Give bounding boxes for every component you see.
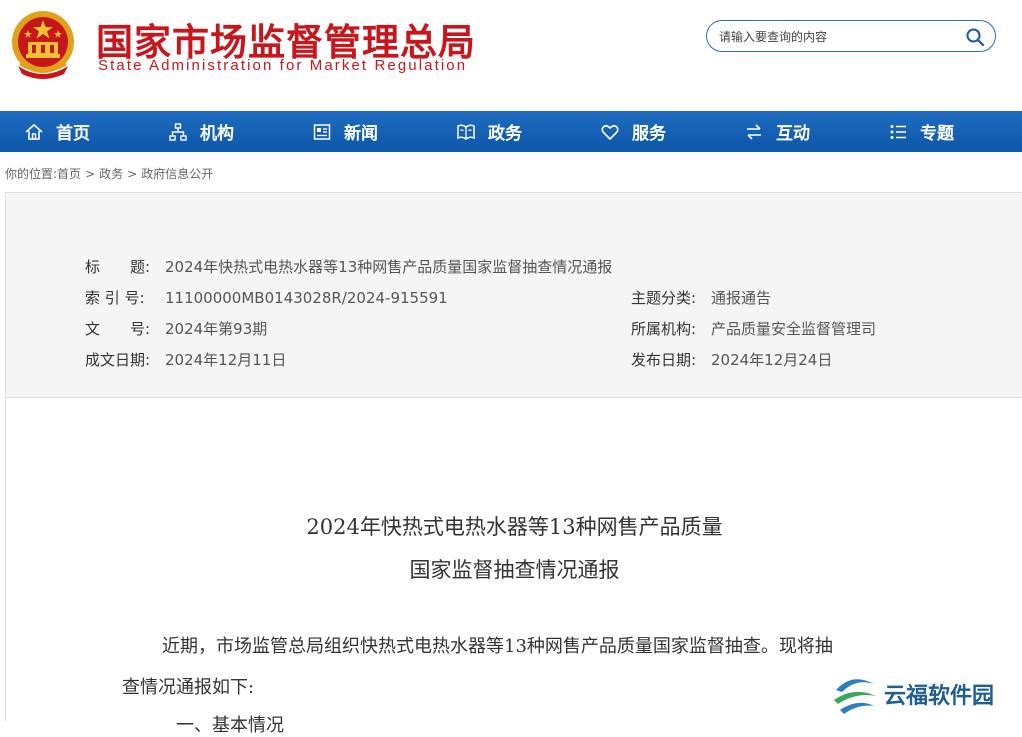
breadcrumb-separator: > (127, 167, 138, 181)
site-title-en: State Administration for Market Regulati… (98, 57, 468, 74)
watermark: 云福软件园 (830, 670, 1020, 720)
breadcrumb-separator: > (85, 167, 96, 181)
search-icon[interactable] (965, 27, 985, 47)
org-chart-icon (169, 122, 187, 141)
nav-item-org[interactable]: 机构 (168, 111, 234, 152)
document-meta-box: 标 题: 2024年快热式电热水器等13种网售产品质量国家监督抽查情况通报 索 引… (6, 193, 1022, 398)
nav-item-service[interactable]: 服务 (600, 111, 666, 152)
watermark-text: 云福软件园 (884, 684, 995, 709)
article-section-heading: 一、基本情况 (176, 715, 284, 736)
nav-label: 首页 (56, 124, 90, 144)
home-icon (25, 123, 43, 140)
search-box (706, 20, 996, 52)
nav-item-interact[interactable]: 互动 (744, 111, 810, 152)
nav-label: 服务 (632, 124, 666, 144)
meta-pubdate-row: 发布日期: 2024年12月24日 (631, 349, 832, 370)
article-paragraph-line1: 近期，市场监管总局组织快热式电热水器等13种网售产品质量国家监督抽查。现将抽 (162, 636, 833, 657)
nav-label: 政务 (488, 124, 522, 144)
nav-item-home[interactable]: 首页 (24, 111, 90, 152)
search-input[interactable] (717, 27, 961, 47)
book-icon (457, 123, 475, 140)
nav-label: 新闻 (344, 124, 378, 144)
list-icon (890, 124, 906, 139)
meta-docno-value: 2024年第93期 (165, 320, 268, 338)
meta-index-row: 索 引 号: 11100000MB0143028R/2024-915591 (85, 287, 448, 308)
nav-item-affairs[interactable]: 政务 (456, 111, 522, 152)
meta-date-label: 成文日期: (85, 351, 151, 369)
breadcrumb-prefix: 你的位置: (5, 167, 58, 181)
meta-pubdate-value: 2024年12月24日 (711, 351, 833, 369)
meta-dept-label: 所属机构: (631, 320, 697, 338)
nav-item-topics[interactable]: 专题 (888, 111, 954, 152)
meta-title-label: 标 题: (85, 258, 151, 276)
meta-date-value: 2024年12月11日 (165, 351, 287, 369)
breadcrumb-link-affairs[interactable]: 政务 (99, 167, 123, 181)
breadcrumb-link-home[interactable]: 首页 (57, 167, 81, 181)
newspaper-icon (313, 123, 331, 140)
meta-category-row: 主题分类: 通报通告 (631, 287, 771, 308)
meta-category-label: 主题分类: (631, 289, 697, 307)
meta-pubdate-label: 发布日期: (631, 351, 697, 369)
national-emblem-logo[interactable] (8, 8, 78, 80)
nav-label: 专题 (920, 124, 954, 144)
article-paragraph-line2: 查情况通报如下: (122, 677, 255, 698)
article-title-line1: 2024年快热式电热水器等13种网售产品质量 (306, 515, 723, 539)
content-frame: 标 题: 2024年快热式电热水器等13种网售产品质量国家监督抽查情况通报 索 引… (5, 192, 1022, 736)
nav-label: 机构 (200, 124, 234, 144)
exchange-icon (747, 123, 761, 140)
meta-title-row: 标 题: 2024年快热式电热水器等13种网售产品质量国家监督抽查情况通报 (85, 256, 612, 277)
breadcrumb: 你的位置:首页 > 政务 > 政府信息公开 (5, 165, 213, 182)
meta-dept-value: 产品质量安全监督管理司 (711, 320, 877, 338)
meta-docno-row: 文 号: 2024年第93期 (85, 318, 267, 339)
meta-title-value: 2024年快热式电热水器等13种网售产品质量国家监督抽查情况通报 (165, 258, 613, 276)
meta-docno-label: 文 号: (85, 320, 151, 338)
meta-dept-row: 所属机构: 产品质量安全监督管理司 (631, 318, 876, 339)
article-title-line2: 国家监督抽查情况通报 (409, 558, 620, 582)
nav-item-news[interactable]: 新闻 (312, 111, 378, 152)
site-header: 国家市场监督管理总局 State Administration for Mark… (0, 0, 1022, 110)
main-nav: 首页 机构 新闻 政务 服务 互动 专题 (0, 111, 1022, 152)
watermark-logo-icon (834, 679, 876, 714)
meta-index-label: 索 引 号: (85, 289, 145, 307)
breadcrumb-link-disclosure[interactable]: 政府信息公开 (141, 167, 213, 181)
meta-index-value: 11100000MB0143028R/2024-915591 (165, 289, 448, 307)
meta-date-row: 成文日期: 2024年12月11日 (85, 349, 286, 370)
meta-category-value: 通报通告 (711, 289, 772, 307)
nav-label: 互动 (776, 124, 810, 144)
heart-icon (601, 124, 619, 140)
